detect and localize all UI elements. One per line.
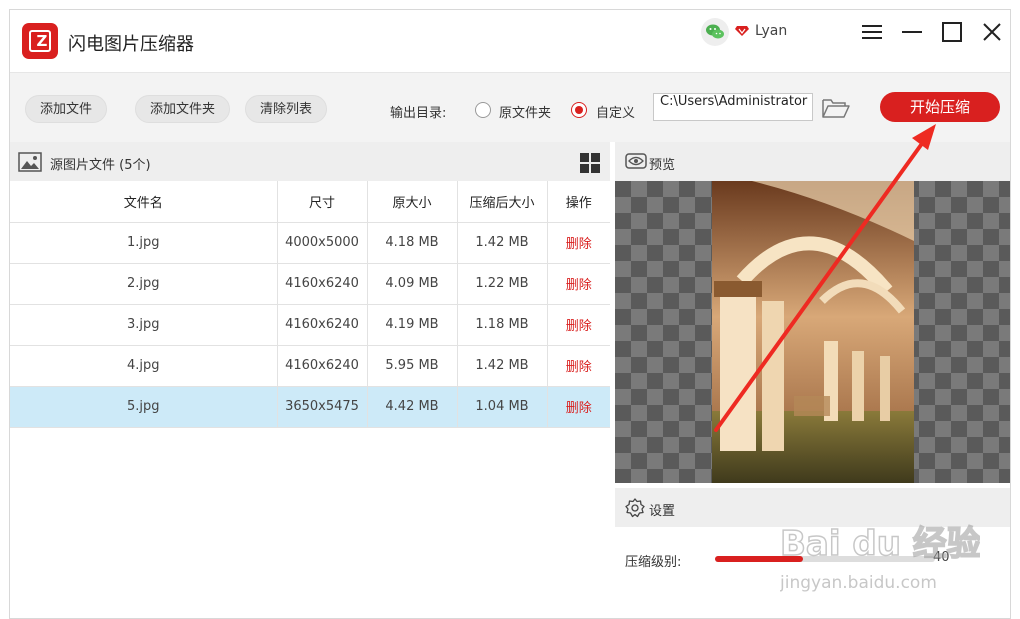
image-icon <box>18 152 42 172</box>
radio-custom-folder[interactable] <box>571 102 587 118</box>
settings-title: 设置 <box>649 504 676 519</box>
app-logo-icon: Z <box>22 23 58 59</box>
table-row[interactable]: 2.jpg 4160x6240 4.09 MB 1.22 MB 删除 <box>10 263 610 305</box>
cell-compressed-size: 1.04 MB <box>457 386 548 428</box>
cell-dimensions: 4160x6240 <box>277 345 368 387</box>
folder-open-icon[interactable] <box>822 97 850 119</box>
vip-diamond-icon <box>735 26 749 36</box>
minimize-icon[interactable] <box>900 20 924 44</box>
preview-title: 预览 <box>649 158 676 173</box>
radio-original-folder-label[interactable]: 原文件夹 <box>499 102 551 121</box>
preview-image <box>712 181 914 483</box>
start-compress-button[interactable]: 开始压缩 <box>880 92 1000 122</box>
toolbar: 添加文件 添加文件夹 清除列表 输出目录: 原文件夹 自定义 C:\Users\… <box>10 72 1010 142</box>
col-filename: 文件名 <box>10 181 278 223</box>
compression-level-value: 40 <box>933 550 950 565</box>
file-panel-header: 源图片文件 (5个) <box>10 142 610 181</box>
cell-compressed-size: 1.42 MB <box>457 222 548 264</box>
file-panel: 源图片文件 (5个) 文件名 尺寸 原大小 压缩后大小 操作 1.jpg 400… <box>10 142 610 618</box>
table-row[interactable]: 3.jpg 4160x6240 4.19 MB 1.18 MB 删除 <box>10 304 610 346</box>
output-dir-label: 输出目录: <box>390 106 447 121</box>
col-compressed-size: 压缩后大小 <box>457 181 548 223</box>
table-row-selected[interactable]: 5.jpg 3650x5475 4.42 MB 1.04 MB 删除 <box>10 386 610 428</box>
compression-level-slider[interactable] <box>715 556 935 562</box>
compression-level-label: 压缩级别: <box>625 555 682 570</box>
cell-original-size: 4.42 MB <box>367 386 458 428</box>
table-header-row: 文件名 尺寸 原大小 压缩后大小 操作 <box>10 181 610 223</box>
cell-filename: 3.jpg <box>10 304 278 346</box>
clear-list-button[interactable]: 清除列表 <box>245 95 328 123</box>
cell-filename: 4.jpg <box>10 345 278 387</box>
cell-dimensions: 4160x6240 <box>277 263 368 305</box>
cell-compressed-size: 1.22 MB <box>457 263 548 305</box>
delete-link[interactable]: 删除 <box>566 360 592 375</box>
grid-view-icon[interactable] <box>580 153 600 173</box>
col-action: 操作 <box>547 181 610 223</box>
table-row[interactable]: 1.jpg 4000x5000 4.18 MB 1.42 MB 删除 <box>10 222 610 264</box>
gear-icon <box>625 498 645 518</box>
output-path-input[interactable]: C:\Users\Administrator <box>653 93 813 121</box>
col-dimensions: 尺寸 <box>277 181 368 223</box>
radio-custom-folder-label[interactable]: 自定义 <box>596 102 635 121</box>
wechat-icon[interactable] <box>701 18 729 46</box>
radio-original-folder[interactable] <box>475 102 491 118</box>
cell-filename: 5.jpg <box>10 386 278 428</box>
add-folder-button[interactable]: 添加文件夹 <box>135 95 231 123</box>
preview-header: 预览 <box>615 142 1010 181</box>
cell-filename: 2.jpg <box>10 263 278 305</box>
delete-link[interactable]: 删除 <box>566 319 592 334</box>
preview-canvas <box>615 181 1010 483</box>
cell-original-size: 5.95 MB <box>367 345 458 387</box>
delete-link[interactable]: 删除 <box>566 401 592 416</box>
file-table: 文件名 尺寸 原大小 压缩后大小 操作 1.jpg 4000x5000 4.18… <box>10 181 610 428</box>
cell-compressed-size: 1.18 MB <box>457 304 548 346</box>
cell-original-size: 4.19 MB <box>367 304 458 346</box>
menu-icon[interactable] <box>860 20 884 44</box>
file-panel-title: 源图片文件 (5个) <box>50 158 151 173</box>
cell-dimensions: 4160x6240 <box>277 304 368 346</box>
cell-original-size: 4.09 MB <box>367 263 458 305</box>
table-row[interactable]: 4.jpg 4160x6240 5.95 MB 1.42 MB 删除 <box>10 345 610 387</box>
cell-dimensions: 3650x5475 <box>277 386 368 428</box>
close-icon[interactable] <box>980 20 1004 44</box>
cell-original-size: 4.18 MB <box>367 222 458 264</box>
settings-header: 设置 <box>615 488 1010 527</box>
eye-icon <box>625 153 647 169</box>
maximize-icon[interactable] <box>940 20 964 44</box>
cell-filename: 1.jpg <box>10 222 278 264</box>
col-original-size: 原大小 <box>367 181 458 223</box>
title-bar: Z 闪电图片压缩器 Lyan <box>10 10 1010 72</box>
app-window: Z 闪电图片压缩器 Lyan 添加文件 添加文件夹 清除列表 输出目录: 原文件… <box>9 9 1011 619</box>
settings-panel: 设置 压缩级别: 40 <box>615 488 1010 618</box>
app-title: 闪电图片压缩器 <box>68 34 194 55</box>
cell-compressed-size: 1.42 MB <box>457 345 548 387</box>
delete-link[interactable]: 删除 <box>566 237 592 252</box>
delete-link[interactable]: 删除 <box>566 278 592 293</box>
user-name[interactable]: Lyan <box>755 23 787 39</box>
cell-dimensions: 4000x5000 <box>277 222 368 264</box>
add-file-button[interactable]: 添加文件 <box>25 95 108 123</box>
slider-fill[interactable] <box>715 556 803 562</box>
preview-panel: 预览 <box>615 142 1010 492</box>
